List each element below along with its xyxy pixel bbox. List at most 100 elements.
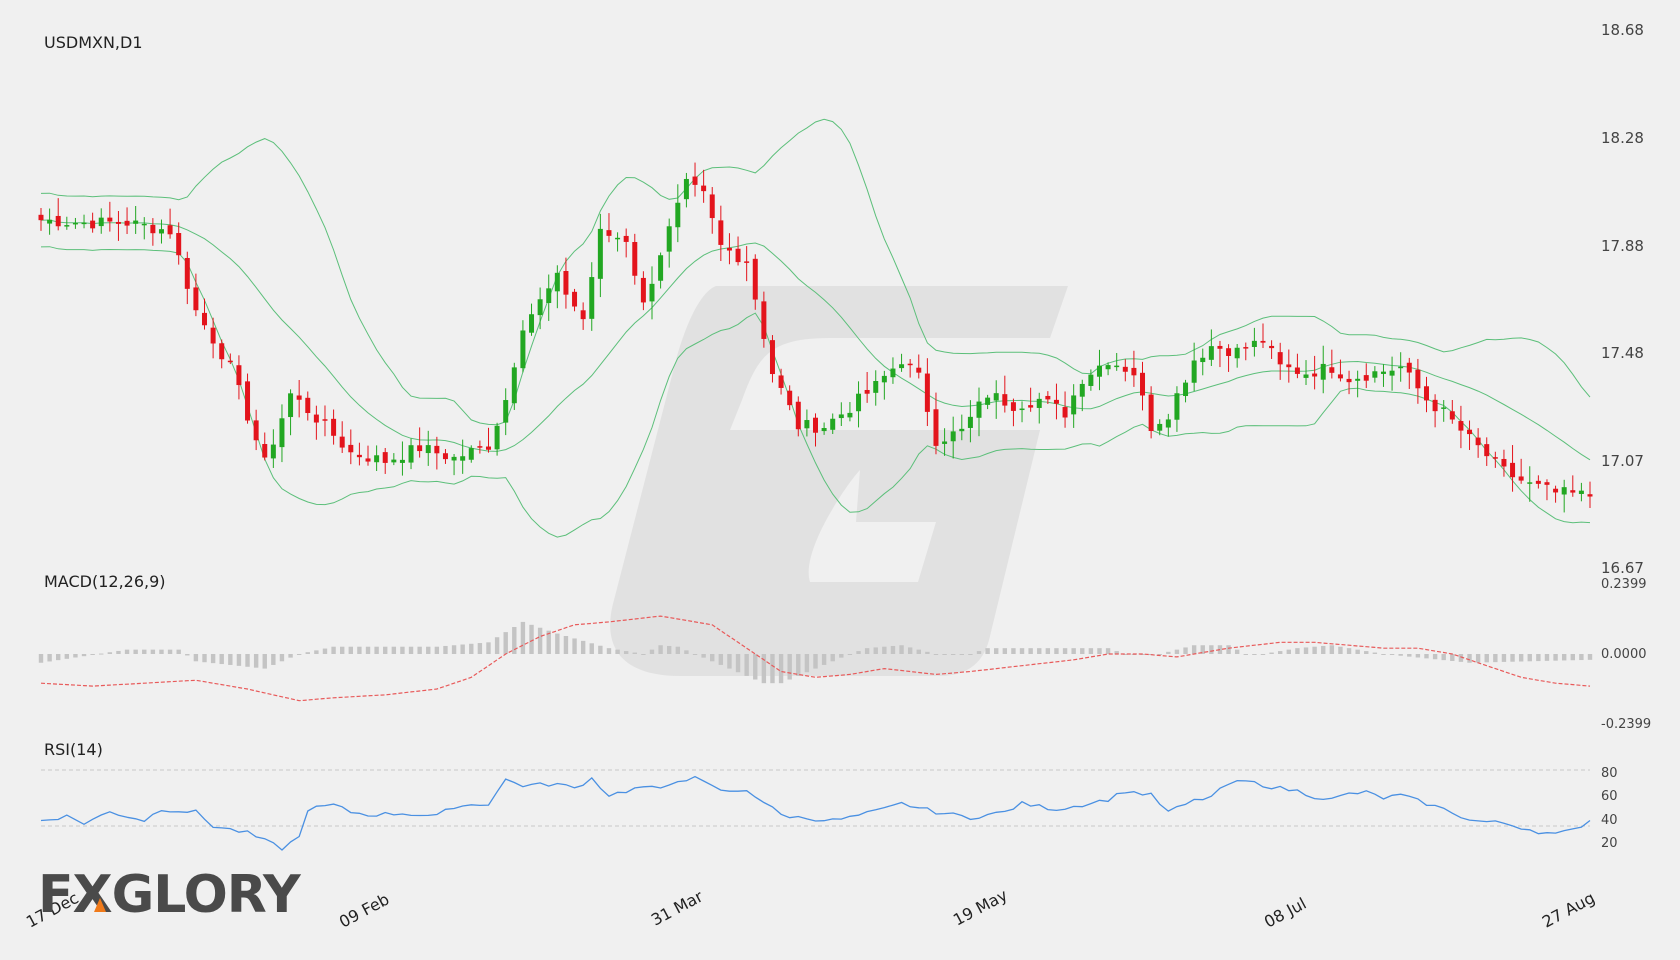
candle-body [795, 401, 801, 430]
rsi-panel-title: RSI(14) [44, 740, 103, 759]
candle-body [158, 229, 164, 234]
candle [1122, 359, 1128, 382]
candle-body [1260, 340, 1266, 343]
candle-body [1518, 476, 1524, 481]
macd-histogram-bar [90, 654, 95, 655]
macd-histogram-bar [770, 654, 775, 684]
date-tick-label: 08 Jul [1261, 894, 1309, 932]
candle [47, 208, 53, 235]
candle-body [830, 418, 836, 430]
candle-body [1329, 367, 1335, 373]
candle-body [434, 445, 440, 454]
candle-body [107, 217, 113, 222]
candle [1544, 479, 1550, 501]
macd-histogram-bar [718, 654, 724, 665]
candle [115, 210, 121, 241]
candle-body [382, 452, 388, 463]
candle-body [899, 364, 905, 369]
macd-histogram-bar [537, 627, 543, 654]
candle [976, 387, 982, 437]
macd-histogram-bar [787, 654, 792, 680]
candle [1303, 360, 1309, 386]
candle [1527, 466, 1533, 502]
candle [623, 228, 629, 258]
macd-histogram-bar [1183, 647, 1188, 654]
brand-logo-text: FXGLORY [38, 865, 302, 925]
macd-histogram-bar [271, 654, 276, 665]
macd-histogram-bar [1209, 645, 1214, 654]
candle [1010, 398, 1016, 427]
candle-body [881, 375, 887, 383]
candle-body [1269, 345, 1275, 349]
macd-histogram-bar [348, 646, 353, 654]
price-tick-label: 17.48 [1601, 344, 1644, 362]
macd-histogram-bar [753, 654, 758, 680]
candle [1114, 352, 1120, 371]
candle [339, 421, 345, 453]
candle [1165, 413, 1171, 437]
macd-histogram-bar [417, 646, 422, 654]
candle [1553, 485, 1559, 503]
candle [769, 335, 775, 383]
candle-body [150, 224, 156, 234]
candle-body [485, 446, 491, 450]
macd-histogram-bar [1415, 654, 1421, 658]
macd-histogram-bar [1338, 646, 1343, 654]
candle [1286, 349, 1292, 383]
macd-histogram-bar [1045, 648, 1051, 654]
macd-tick-label: 0.2399 [1601, 577, 1647, 592]
candle-body [331, 418, 337, 436]
macd-histogram-bar [1062, 648, 1068, 654]
candle-body [813, 417, 818, 433]
macd-y-axis: 0.2399 0.0000 -0.2399 [1601, 577, 1651, 732]
candle-body [296, 395, 302, 400]
candle [1208, 329, 1214, 366]
rsi-panel [40, 769, 1591, 851]
rsi-tick-label: 80 [1601, 766, 1618, 781]
candle [787, 385, 793, 411]
macd-histogram-bar [1088, 648, 1094, 654]
candle [1372, 366, 1378, 383]
macd-histogram-bar [1260, 654, 1266, 655]
candle [649, 266, 655, 320]
candle-body [967, 416, 973, 428]
candle-body [554, 272, 560, 292]
candle [503, 388, 509, 436]
macd-histogram-bar [322, 648, 328, 654]
macd-histogram-bar [426, 646, 431, 654]
candle [692, 162, 698, 197]
macd-histogram-bar [176, 649, 181, 654]
macd-histogram-bar [606, 648, 612, 654]
candle-body [1527, 482, 1533, 484]
candle-body [288, 393, 294, 418]
candle [1510, 445, 1516, 492]
candle-body [1475, 437, 1481, 446]
candle [735, 236, 741, 266]
macd-histogram-bar [1191, 645, 1197, 654]
candle [606, 213, 612, 243]
candle [322, 405, 328, 437]
candle-body [356, 454, 362, 458]
candle [1174, 386, 1180, 432]
candle-body [236, 365, 242, 386]
candle [1191, 342, 1197, 392]
candle-body [1028, 405, 1034, 408]
candle-body [270, 444, 276, 459]
macd-histogram-bar [1346, 648, 1352, 654]
candle-body [305, 397, 311, 414]
candle-body [374, 455, 380, 463]
candle-body [1372, 371, 1378, 378]
candle [675, 184, 681, 243]
candle-body [563, 270, 569, 295]
macd-histogram-bar [864, 648, 870, 654]
candle-body [1406, 362, 1412, 373]
candle-body [227, 360, 233, 363]
macd-histogram-bar [1278, 651, 1283, 654]
macd-histogram-bar [950, 654, 956, 655]
candle [1578, 482, 1584, 502]
candle-body [1294, 367, 1300, 374]
candle-body [339, 436, 345, 448]
candle [124, 207, 130, 235]
candle [511, 362, 517, 410]
price-tick-label: 16.67 [1601, 559, 1644, 577]
